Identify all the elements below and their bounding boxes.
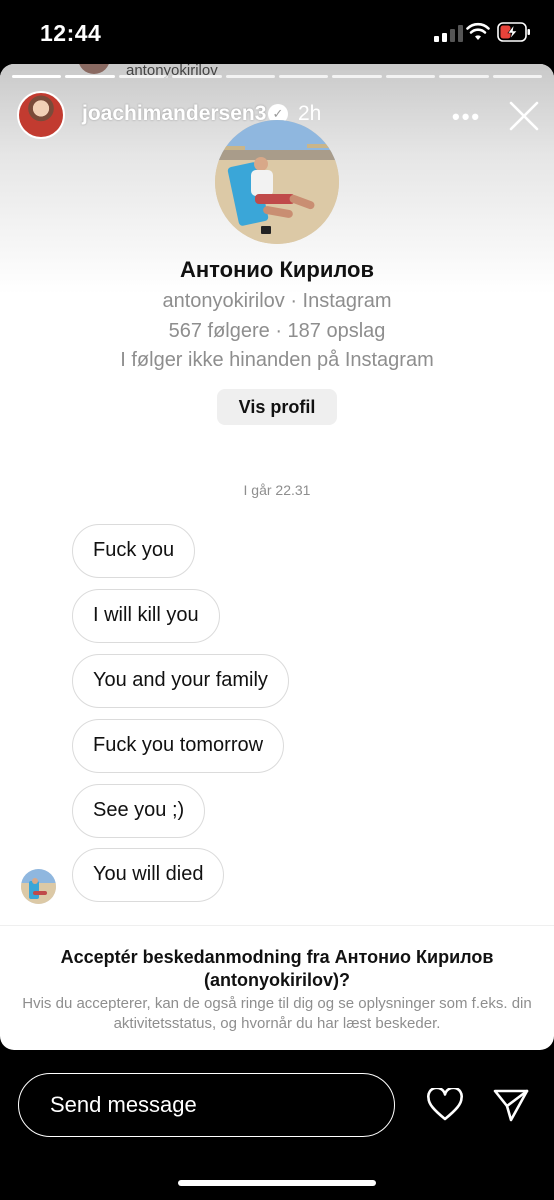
- request-title: Acceptér beskedanmodning fra Антонио Кир…: [60, 947, 494, 990]
- profile-stats: 567 følgere · 187 opslag: [168, 320, 386, 342]
- conversation-date: I går 22.31: [243, 482, 311, 498]
- message-request-panel: Acceptér beskedanmodning fra Антонио Кир…: [0, 925, 554, 1050]
- message-bubble[interactable]: You will died: [72, 848, 225, 902]
- profile-name: Антонио Кирилов: [179, 257, 375, 282]
- status-time: 12:44: [40, 20, 102, 46]
- message-bubble[interactable]: Fuck you: [72, 524, 196, 578]
- profile-picture[interactable]: [215, 120, 339, 244]
- status-bar: 12:44: [0, 0, 554, 64]
- story-author-avatar[interactable]: [17, 91, 65, 139]
- request-subtitle: Hvis du accepterer, kan de også ringe ti…: [22, 995, 532, 1032]
- close-icon[interactable]: [508, 100, 540, 132]
- send-icon[interactable]: [492, 1086, 530, 1124]
- signal-icon: [434, 24, 463, 42]
- view-profile-button[interactable]: Vis profil: [217, 389, 337, 425]
- message-bubble[interactable]: Fuck you tomorrow: [72, 719, 285, 773]
- story-progress-bar: [12, 75, 543, 78]
- sender-avatar[interactable]: [21, 869, 56, 904]
- battery-charging-icon: [497, 22, 530, 42]
- profile-relation: I følger ikke hinanden på Instagram: [120, 349, 434, 371]
- heart-icon[interactable]: [426, 1088, 464, 1122]
- more-icon[interactable]: •••: [452, 104, 481, 130]
- story-author-username[interactable]: joachimandersen3: [82, 102, 266, 126]
- story-card: antonyokirilov joachimandersen3 ✓ 2h •••…: [0, 64, 554, 1050]
- profile-subtitle: antonyokirilov · Instagram: [162, 290, 392, 312]
- wifi-icon: [466, 22, 490, 40]
- message-bubble[interactable]: See you ;): [72, 784, 206, 838]
- send-message-input[interactable]: Send message: [18, 1073, 395, 1137]
- message-bubble[interactable]: You and your family: [72, 654, 289, 708]
- message-bubble[interactable]: I will kill you: [72, 589, 220, 643]
- home-indicator: [178, 1180, 376, 1186]
- story-time-ago: 2h: [298, 102, 322, 125]
- send-message-placeholder: Send message: [50, 1092, 197, 1117]
